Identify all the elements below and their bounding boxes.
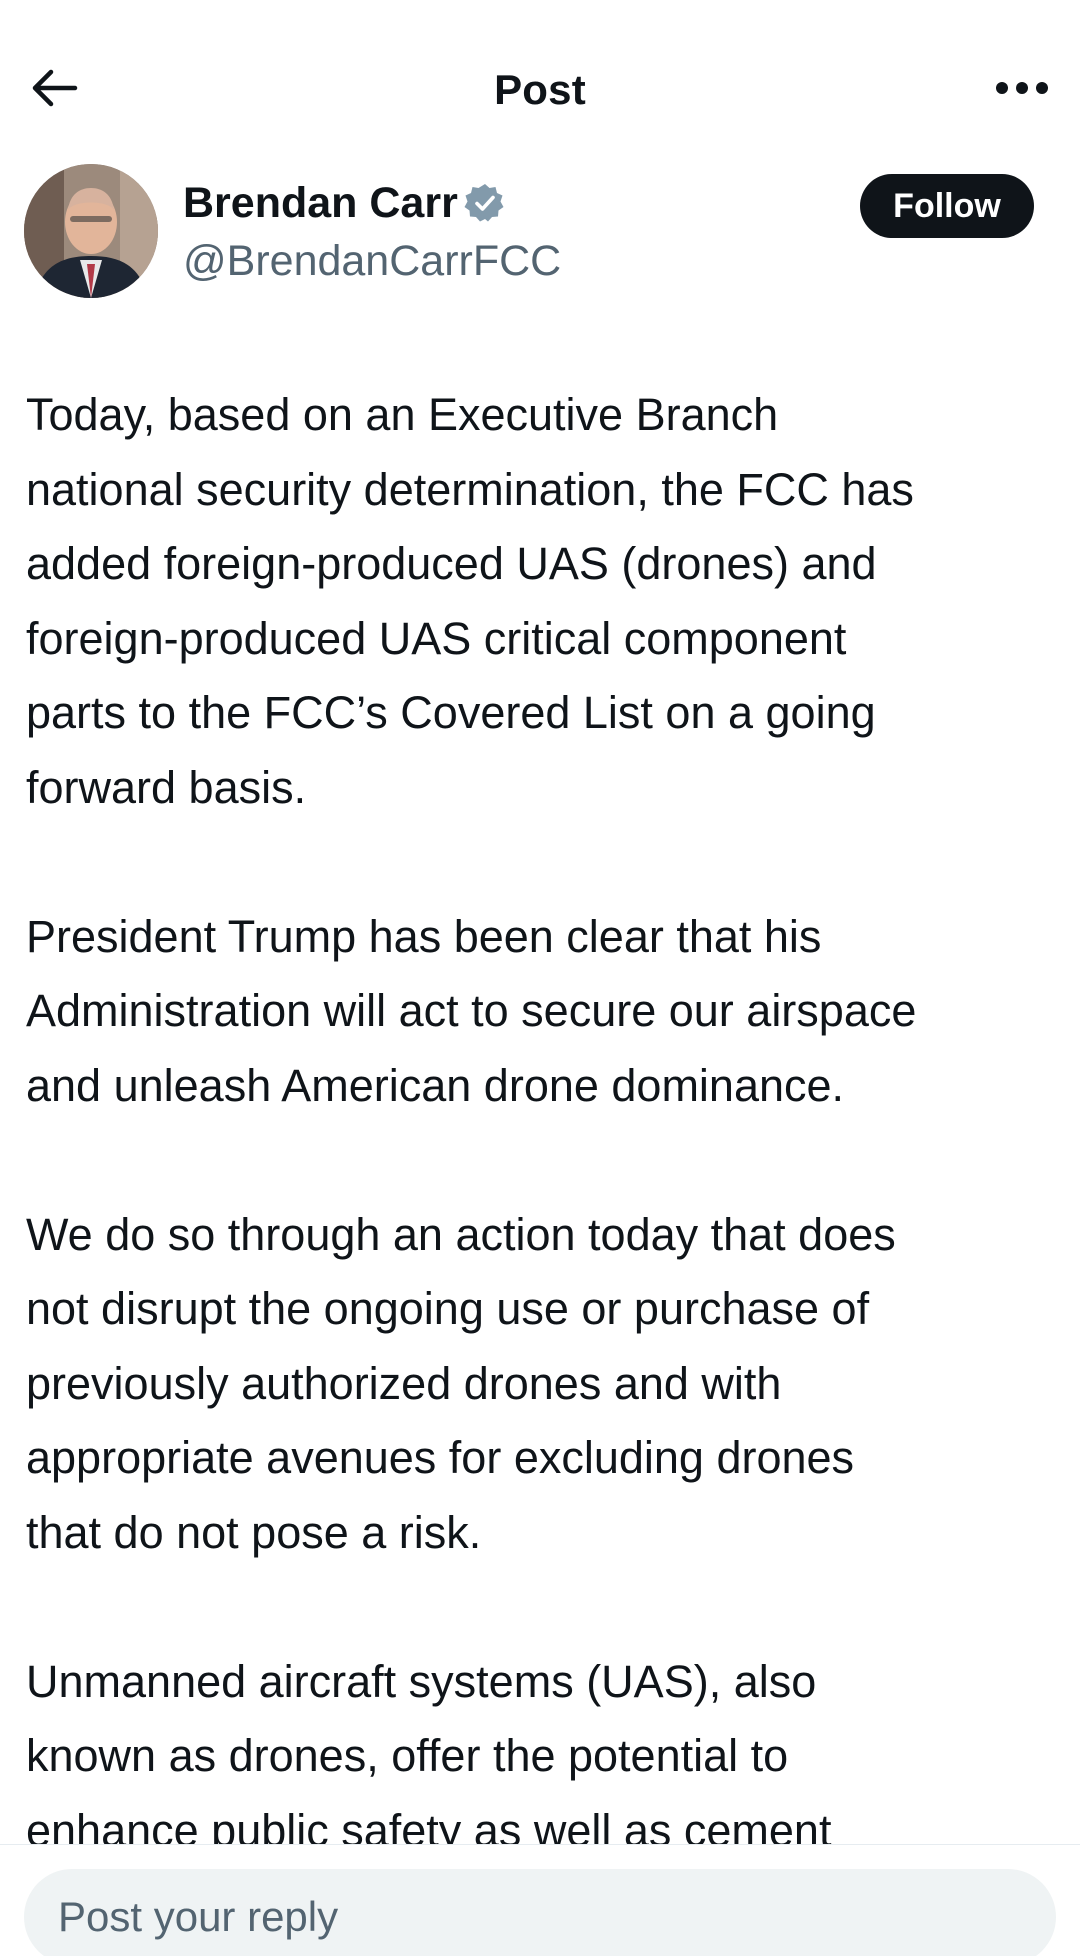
post-paragraph: Today, based on an Executive Branch nati… <box>26 389 914 813</box>
more-horizontal-icon <box>995 81 1049 100</box>
author-name-wrap: Brendan Carr <box>183 176 506 230</box>
post-body: Today, based on an Executive Branch nati… <box>26 378 1066 1868</box>
post-paragraph: Unmanned aircraft systems (UAS), also kn… <box>26 1655 832 1856</box>
verified-badge-icon <box>464 182 506 224</box>
reply-bar: Post your reply <box>0 1844 1080 1956</box>
reply-input[interactable]: Post your reply <box>24 1869 1056 1956</box>
post-author-row: Brendan Carr @BrendanCarrFCC Follow <box>0 160 1080 310</box>
more-options-button[interactable] <box>986 58 1058 122</box>
top-navigation-bar: Post <box>0 0 1080 150</box>
follow-button[interactable]: Follow <box>860 174 1034 238</box>
page-title: Post <box>494 66 586 113</box>
post-paragraph: President Trump has been clear that his … <box>26 910 917 1111</box>
post-paragraph: We do so through an action today that do… <box>26 1208 896 1558</box>
author-handle[interactable]: @BrendanCarrFCC <box>183 234 561 288</box>
post-page: Post Brendan Carr @BrendanCarrFCC Follow… <box>0 0 1080 1956</box>
author-name[interactable]: Brendan Carr <box>183 176 458 230</box>
avatar[interactable] <box>24 164 158 298</box>
